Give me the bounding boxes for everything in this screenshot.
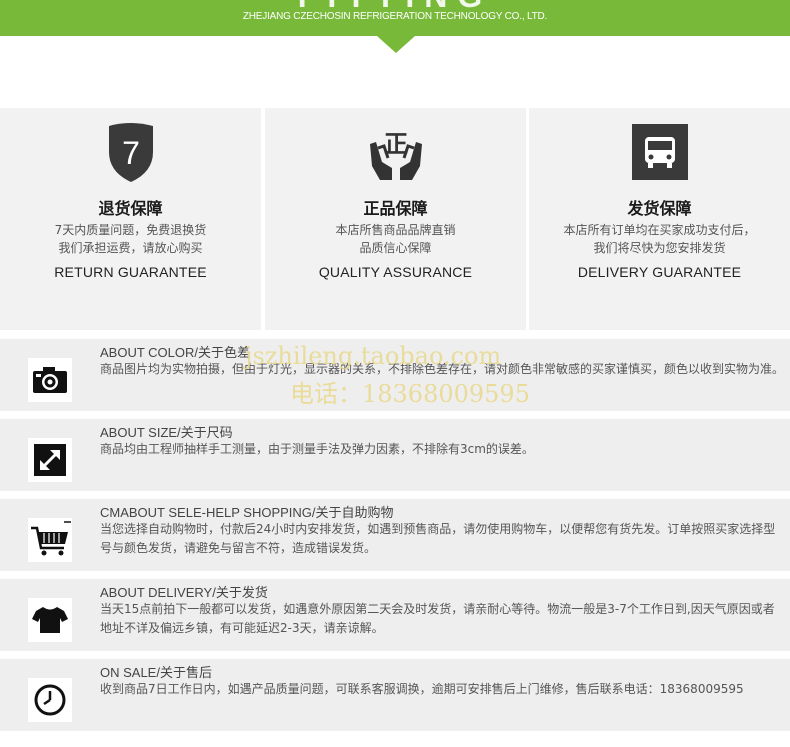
row-title: ABOUT COLOR/关于色差 xyxy=(100,345,251,360)
card-title: 正品保障 xyxy=(363,199,428,218)
header-arrow-icon xyxy=(377,36,415,53)
row-text: 当天15点前拍下一般都可以发货，如遇意外原因第二天会及时发货，请亲耐心等待。物流… xyxy=(100,602,775,635)
company-name: ZHEJIANG CZECHOSIN REFRIGERATION TECHNOL… xyxy=(242,11,548,22)
row-title: ABOUT DELIVERY/关于发货 xyxy=(100,585,268,600)
card-title: 发货保障 xyxy=(627,199,692,218)
guarantee-section: 7 退货保障 7天内质量问题，免费退换货 我们承担运费，请放心购买 RETURN… xyxy=(0,108,790,330)
camera-icon xyxy=(28,358,72,402)
header-banner: FITTING ZHEJIANG CZECHOSIN REFRIGERATION… xyxy=(0,0,790,36)
row-title: ABOUT SIZE/关于尺码 xyxy=(100,425,233,440)
hands-genuine-icon: 正 xyxy=(366,122,426,184)
self-help-shopping-row: CMABOUT SELE-HELP SHOPPING/关于自助购物 当您选择自动… xyxy=(0,499,790,571)
card-desc-line: 本店所有订单均在买家成功支付后， xyxy=(563,223,756,237)
resize-icon xyxy=(28,438,72,482)
row-title: ON SALE/关于售后 xyxy=(100,665,212,680)
truck-icon xyxy=(630,122,690,184)
row-title: CMABOUT SELE-HELP SHOPPING/关于自助购物 xyxy=(100,505,394,520)
card-title: 退货保障 xyxy=(98,199,163,218)
svg-text:7: 7 xyxy=(122,135,140,171)
return-guarantee-card: 7 退货保障 7天内质量问题，免费退换货 我们承担运费，请放心购买 RETURN… xyxy=(0,108,261,330)
card-english-title: QUALITY ASSURANCE xyxy=(318,264,473,280)
quality-assurance-card: 正 正品保障 本店所售商品品牌直销 品质信心保障 QUALITY ASSURAN… xyxy=(265,108,526,330)
clock-icon xyxy=(28,678,72,722)
card-desc-line: 我们将尽快为您安排发货 xyxy=(593,241,726,255)
row-text: 商品图片均为实物拍摄，但由于灯光，显示器的关系，不排除色差存在，请对颜色非常敏感… xyxy=(100,362,785,376)
seven-day-shield-icon: 7 xyxy=(101,122,161,184)
tshirt-icon xyxy=(28,598,72,642)
about-delivery-row: ABOUT DELIVERY/关于发货 当天15点前拍下一般都可以发货，如遇意外… xyxy=(0,579,790,651)
card-english-title: RETURN GUARANTEE xyxy=(54,264,207,280)
row-text: 当您选择自动购物时，付款后24小时内安排发货，如遇到预售商品，请勿使用购物车，以… xyxy=(100,522,776,555)
card-desc-line: 7天内质量问题，免费退换货 xyxy=(54,223,207,237)
on-sale-row: ON SALE/关于售后 收到商品7日工作日内，如遇产品质量问题，可联系客服调换… xyxy=(0,659,790,731)
card-desc-line: 品质信心保障 xyxy=(359,241,432,255)
delivery-guarantee-card: 发货保障 本店所有订单均在买家成功支付后， 我们将尽快为您安排发货 DELIVE… xyxy=(529,108,790,330)
card-desc-line: 我们承担运费，请放心购买 xyxy=(58,241,203,255)
card-english-title: DELIVERY GUARANTEE xyxy=(577,264,742,280)
shopping-cart-icon xyxy=(28,518,72,562)
about-size-row: ABOUT SIZE/关于尺码 商品均由工程师抽样手工测量，由于测量手法及弹力因… xyxy=(0,419,790,491)
card-desc-line: 本店所售商品品牌直销 xyxy=(335,223,456,237)
row-text: 收到商品7日工作日内，如遇产品质量问题，可联系客服调换，逾期可安排售后上门维修，… xyxy=(100,682,744,696)
about-color-row: ABOUT COLOR/关于色差 商品图片均为实物拍摄，但由于灯光，显示器的关系… xyxy=(0,339,790,411)
row-text: 商品均由工程师抽样手工测量，由于测量手法及弹力因素，不排除有3cm的误差。 xyxy=(100,442,534,456)
